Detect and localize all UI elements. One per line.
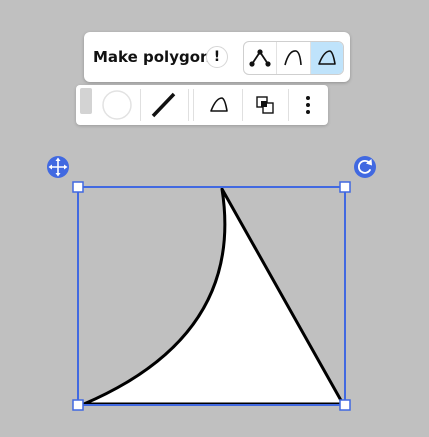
resize-handle-bottom-right[interactable] (339, 399, 351, 411)
layer-order-button[interactable] (244, 85, 286, 125)
line-thickness-icon (151, 92, 176, 118)
line-thickness-button[interactable] (142, 85, 184, 125)
shape-type-icon (210, 97, 228, 112)
mode-switch-group (243, 41, 344, 75)
stroke-color-button[interactable] (96, 85, 138, 125)
circle-stroke-icon (102, 90, 132, 120)
polygon-mode-toolbar: Make polygon ! (84, 32, 350, 82)
resize-handle-top-right[interactable] (339, 181, 351, 193)
resize-handle-top-left[interactable] (72, 181, 84, 193)
drawing-canvas[interactable]: Make polygon ! (0, 0, 429, 437)
more-vertical-icon (306, 96, 310, 114)
mode-title: Make polygon (93, 48, 211, 66)
polygon-points-icon (249, 49, 271, 67)
info-button[interactable]: ! (206, 46, 228, 68)
style-toolbar (76, 85, 328, 125)
closed-shape-button[interactable] (310, 42, 343, 74)
move-icon[interactable] (47, 156, 69, 178)
curve-button[interactable] (277, 42, 311, 74)
resize-handle-bottom-left[interactable] (72, 399, 84, 411)
more-options-button[interactable] (288, 85, 328, 125)
curve-icon (284, 50, 303, 66)
fill-color-icon[interactable] (80, 88, 92, 114)
layer-order-icon (256, 96, 274, 114)
shape-type-button[interactable] (198, 85, 240, 125)
rotate-icon[interactable] (354, 156, 376, 178)
polygon-points-button[interactable] (244, 42, 278, 74)
polygon-shape[interactable] (82, 187, 345, 406)
closed-shape-icon (318, 50, 336, 65)
info-label: ! (213, 49, 221, 65)
